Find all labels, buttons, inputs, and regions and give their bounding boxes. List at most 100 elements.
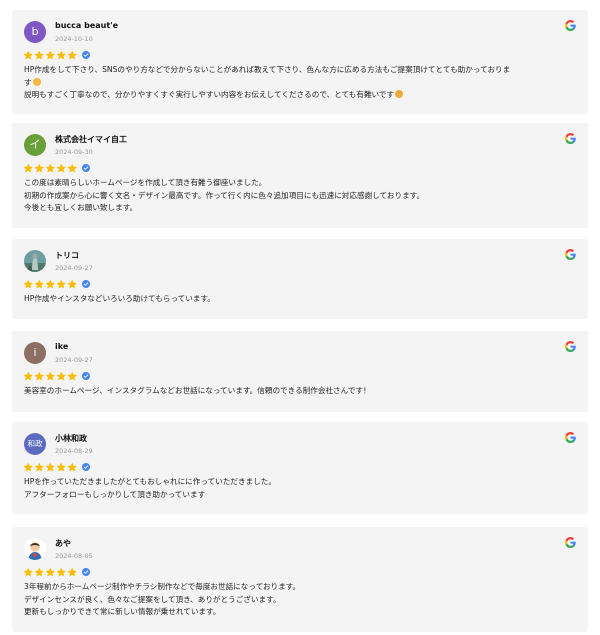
star-icon	[34, 279, 45, 289]
star-icon	[67, 163, 78, 173]
review-line: アフターフォローもしっかりして頂き助かっています	[24, 489, 576, 502]
reviewer-avatar: イ	[24, 134, 46, 156]
review-line-text: 説明もすごく丁寧なので、分かりやすくすぐ実行しやすい内容をお伝えしてくださるので…	[24, 90, 395, 100]
star-icon	[67, 462, 78, 472]
rating-stars	[23, 163, 91, 174]
review-line: 説明もすごく丁寧なので、分かりやすくすぐ実行しやすい内容をお伝えしてくださるので…	[24, 89, 576, 102]
verified-check-icon	[82, 164, 91, 173]
star-icon	[56, 371, 67, 381]
google-icon	[565, 341, 576, 352]
star-icon	[23, 163, 33, 173]
review-card: イ株式会社イマイ自工 2024-09-30 この度は素晴らしいホームページを作成して…	[12, 123, 588, 228]
review-card: b bucca beaut'e 2024-10-10 HP作成をして下さり、SNSのや…	[12, 10, 588, 114]
star-icon	[56, 567, 67, 577]
star-icon	[56, 279, 67, 289]
review-text: HPを作っていただきましたがとてもおしゃれにに作っていただきました。 アフターフォ…	[24, 476, 576, 501]
star-icon	[45, 567, 56, 577]
review-text: 美容室のホームページ、インスタグラムなどお世話になっています。信頼のできる制作会…	[24, 385, 576, 398]
review-line-text: 更新もしっかりできて常に新しい情報が乗せれています。	[24, 607, 221, 617]
reviewer-name: ike	[55, 342, 69, 351]
review-line: す	[24, 77, 576, 90]
emoji-icon	[395, 90, 404, 99]
google-icon	[565, 20, 576, 31]
review-line: この度は素晴らしいホームページを作成して頂き有難う御座いました。	[24, 177, 576, 190]
reviewer-name: トリコ	[55, 251, 79, 260]
reviewer-avatar	[24, 250, 46, 272]
review-line-text: アフターフォローもしっかりして頂き助かっています	[24, 489, 206, 499]
verified-check-icon	[82, 568, 91, 577]
reviewer-avatar	[24, 538, 46, 560]
review-line: 今後とも宜しくお願い致します。	[24, 202, 576, 215]
google-icon	[565, 432, 576, 443]
reviewer-name: 株式会社イマイ自工	[55, 135, 127, 144]
review-line: 初期の作成案から心に響く文名・デザイン最高です。作って行く内に色々追加項目にも迅…	[24, 190, 576, 203]
emoji-icon	[32, 77, 41, 86]
star-icon	[67, 567, 78, 577]
star-icon	[56, 50, 67, 60]
star-icon	[34, 163, 45, 173]
reviewer-name: あや	[55, 539, 71, 548]
rating-stars	[23, 279, 91, 290]
review-line-text: す	[24, 77, 32, 87]
verified-check-icon	[82, 51, 91, 60]
star-icon	[45, 163, 56, 173]
review-card: i ike 2024-09-27 美容室のホームページ、インスタグラムなどお世話になっ…	[12, 331, 588, 412]
google-icon	[565, 537, 576, 548]
verified-check-icon	[82, 280, 91, 289]
star-icon	[67, 50, 78, 60]
star-icon	[67, 371, 78, 381]
star-icon	[56, 462, 67, 472]
verified-check-icon	[82, 463, 91, 472]
review-line-text: 3年程前からホームページ制作やチラシ制作などで毎度お世話になっております。	[24, 582, 301, 591]
reviews-list: b bucca beaut'e 2024-10-10 HP作成をして下さり、SNSのや…	[0, 0, 600, 635]
review-date: 2024-09-30	[55, 148, 93, 156]
star-icon	[45, 371, 56, 381]
rating-stars	[23, 50, 91, 61]
reviewer-avatar: i	[24, 342, 46, 364]
star-icon	[23, 279, 33, 289]
review-line: HP作成やインスタなどいろいろ助けてもらっています。	[24, 293, 576, 306]
review-line: デザインセンスが良く、色々なご提案をして頂き、ありがとうございます。	[24, 594, 576, 607]
rating-stars	[23, 567, 91, 578]
review-line: 更新もしっかりできて常に新しい情報が乗せれています。	[24, 606, 576, 619]
review-line-text: この度は素晴らしいホームページを作成して頂き有難う御座いました。	[24, 178, 267, 187]
review-date: 2024-08-05	[55, 552, 93, 560]
review-line-text: HPを作っていただきましたがとてもおしゃれにに作っていただきました。	[24, 477, 276, 486]
review-line: 3年程前からホームページ制作やチラシ制作などで毎度お世話になっております。	[24, 581, 576, 594]
review-line-text: HP作成をして下さり、SNSのやり方などで分からないことがあれば教えて下さり、色…	[24, 65, 511, 74]
review-line: 美容室のホームページ、インスタグラムなどお世話になっています。信頼のできる制作会…	[24, 385, 576, 398]
review-line-text: 美容室のホームページ、インスタグラムなどお世話になっています。信頼のできる制作会…	[24, 386, 371, 395]
review-line-text: 今後とも宜しくお願い致します。	[24, 203, 138, 213]
review-line-text: 初期の作成案から心に響く文名・デザイン最高です。作って行く内に色々追加項目にも迅…	[24, 190, 425, 200]
review-card: あや 2024-08-05 3年程前からホームページ制作やチラシ制作などで毎度お世話…	[12, 527, 588, 632]
verified-check-icon	[82, 372, 91, 381]
star-icon	[45, 462, 56, 472]
review-date: 2024-09-27	[55, 264, 93, 272]
star-icon	[23, 50, 33, 60]
reviewer-name: bucca beaut'e	[55, 21, 119, 30]
star-icon	[45, 279, 56, 289]
star-icon	[23, 462, 33, 472]
review-date: 2024-08-29	[55, 447, 93, 455]
rating-stars	[23, 371, 91, 382]
review-line-text: HP作成やインスタなどいろいろ助けてもらっています。	[24, 294, 215, 303]
rating-stars	[23, 462, 91, 473]
review-card: トリコ 2024-09-27 HP作成やインスタなどいろいろ助けてもらっています。	[12, 239, 588, 319]
reviewer-avatar: b	[24, 21, 46, 43]
star-icon	[34, 567, 45, 577]
reviewer-avatar: 和政	[24, 433, 46, 455]
google-icon	[565, 133, 576, 144]
review-line: HPを作っていただきましたがとてもおしゃれにに作っていただきました。	[24, 476, 576, 489]
review-text: HP作成やインスタなどいろいろ助けてもらっています。	[24, 293, 576, 306]
star-icon	[45, 50, 56, 60]
review-line-text: デザインセンスが良く、色々なご提案をして頂き、ありがとうございます。	[24, 594, 281, 604]
review-date: 2024-10-10	[55, 35, 93, 43]
review-card: 和政 小林和政 2024-08-29 HPを作っていただきましたがとてもおしゃれにに作…	[12, 422, 588, 514]
review-date: 2024-09-27	[55, 356, 93, 364]
star-icon	[34, 50, 45, 60]
review-text: この度は素晴らしいホームページを作成して頂き有難う御座いました。初期の作成案から…	[24, 177, 576, 215]
review-text: HP作成をして下さり、SNSのやり方などで分からないことがあれば教えて下さり、色…	[24, 64, 576, 102]
star-icon	[34, 371, 45, 381]
review-text: 3年程前からホームページ制作やチラシ制作などで毎度お世話になっております。 デザイ…	[24, 581, 576, 619]
star-icon	[34, 462, 45, 472]
